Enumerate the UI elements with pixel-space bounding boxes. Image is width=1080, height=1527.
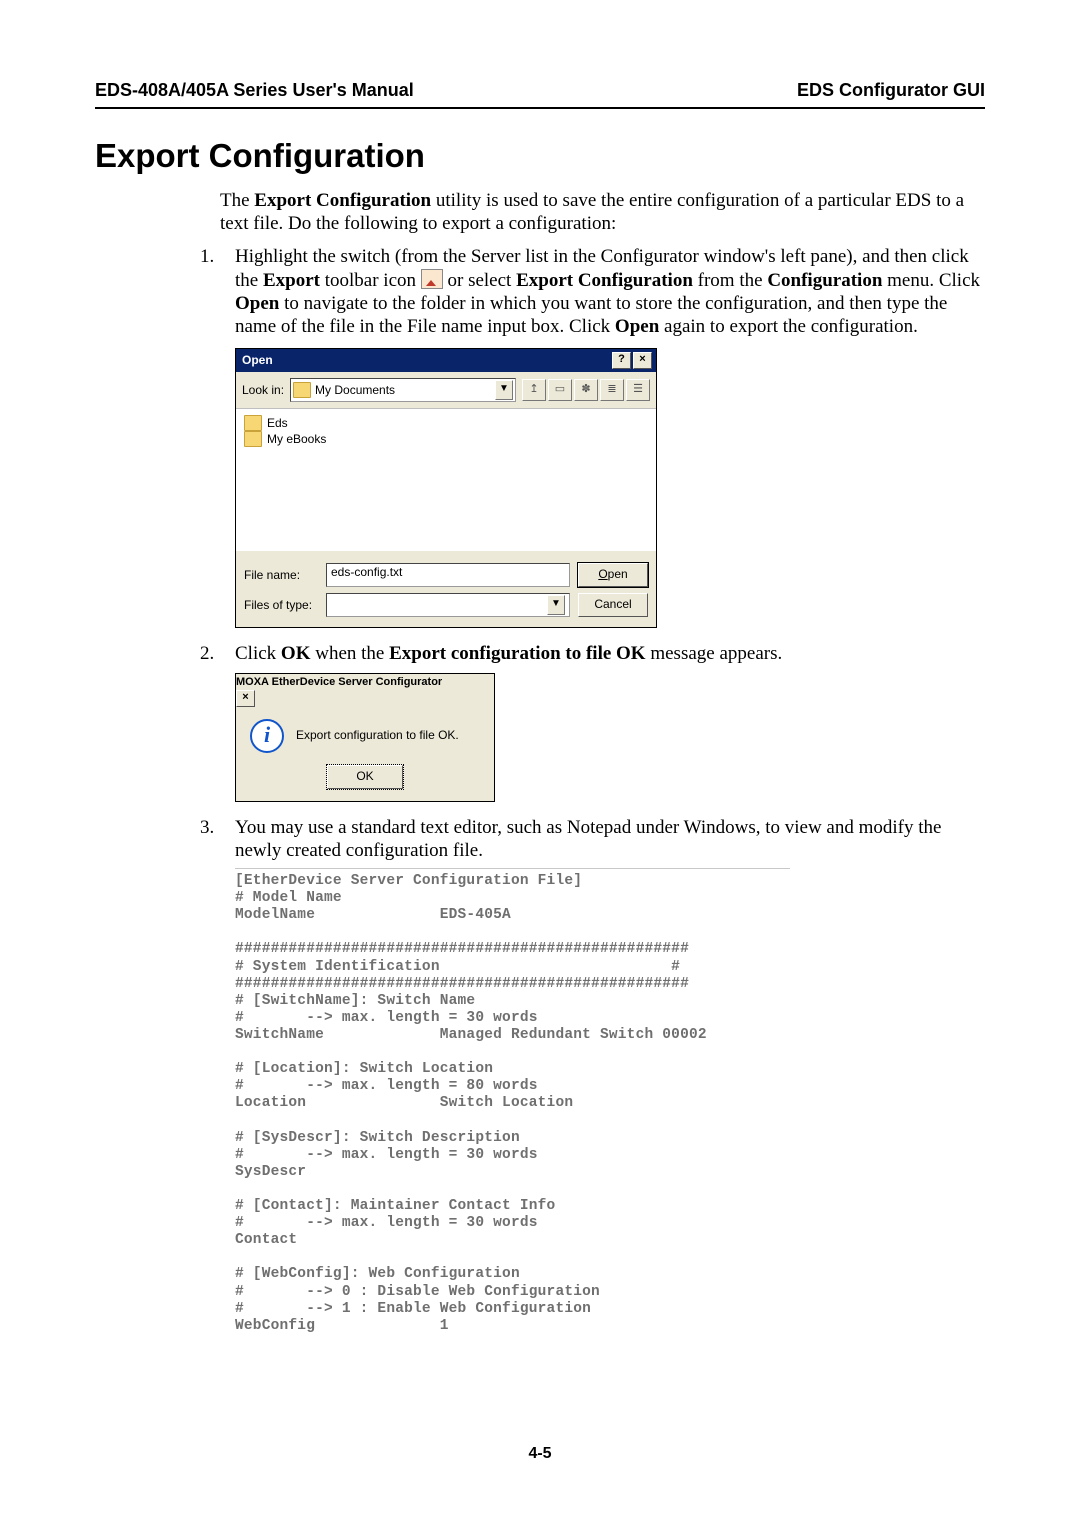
list-view-button[interactable]: ≣ (600, 379, 624, 401)
folder-icon (244, 431, 262, 447)
info-icon: i (250, 719, 284, 753)
filetype-label: Files of type: (244, 598, 318, 613)
header-right: EDS Configurator GUI (797, 80, 985, 101)
lookin-value: My Documents (315, 383, 491, 398)
open-dialog: Open ? × Look in: My Documents ▼ ↥ (235, 348, 657, 628)
lookin-label: Look in: (242, 383, 284, 398)
filename-label: File name: (244, 568, 318, 583)
open-dialog-title: Open (242, 353, 273, 368)
open-button[interactable]: Open (578, 563, 648, 587)
section-title: Export Configuration (95, 137, 985, 175)
confirm-dialog: MOXA EtherDevice Server Configurator × i… (235, 673, 495, 801)
ok-button[interactable]: OK (327, 765, 403, 789)
config-file-preview: [EtherDevice Server Configuration File] … (235, 868, 790, 1335)
confirm-message: Export configuration to file OK. (296, 728, 459, 743)
close-button[interactable]: × (633, 352, 652, 369)
file-item[interactable]: Eds (244, 415, 648, 431)
lookin-dropdown-button[interactable]: ▼ (495, 380, 513, 400)
file-list-area[interactable]: Eds My eBooks (236, 409, 656, 551)
filetype-combo[interactable]: ▼ (326, 593, 570, 617)
help-button[interactable]: ? (612, 352, 631, 369)
desktop-button[interactable]: ▭ (548, 379, 572, 401)
intro-paragraph: The Export Configuration utility is used… (220, 189, 985, 235)
confirm-dialog-titlebar: MOXA EtherDevice Server Configurator × (236, 674, 494, 706)
header-left: EDS-408A/405A Series User's Manual (95, 80, 414, 101)
confirm-dialog-title: MOXA EtherDevice Server Configurator (236, 676, 442, 688)
file-item-label: My eBooks (267, 431, 326, 447)
config-file-text: [EtherDevice Server Configuration File] … (235, 873, 790, 1335)
file-item[interactable]: My eBooks (244, 431, 648, 447)
step-1: Highlight the switch (from the Server li… (200, 245, 985, 628)
cancel-button[interactable]: Cancel (578, 593, 648, 617)
step-2: Click OK when the Export configuration t… (200, 642, 985, 802)
export-toolbar-icon (421, 269, 443, 289)
lookin-combo[interactable]: My Documents ▼ (290, 378, 516, 402)
page-number: 4-5 (95, 1445, 985, 1463)
filename-input[interactable]: eds-config.txt (326, 563, 570, 587)
open-dialog-titlebar: Open ? × (236, 349, 656, 372)
up-one-level-button[interactable]: ↥ (522, 379, 546, 401)
new-folder-button[interactable]: ✽ (574, 379, 598, 401)
file-item-label: Eds (267, 415, 288, 431)
folder-icon (293, 382, 311, 398)
details-view-button[interactable]: ☰ (626, 379, 650, 401)
step-3: You may use a standard text editor, such… (200, 816, 985, 1335)
folder-icon (244, 415, 262, 431)
close-button[interactable]: × (236, 690, 255, 707)
page-header: EDS-408A/405A Series User's Manual EDS C… (95, 80, 985, 109)
